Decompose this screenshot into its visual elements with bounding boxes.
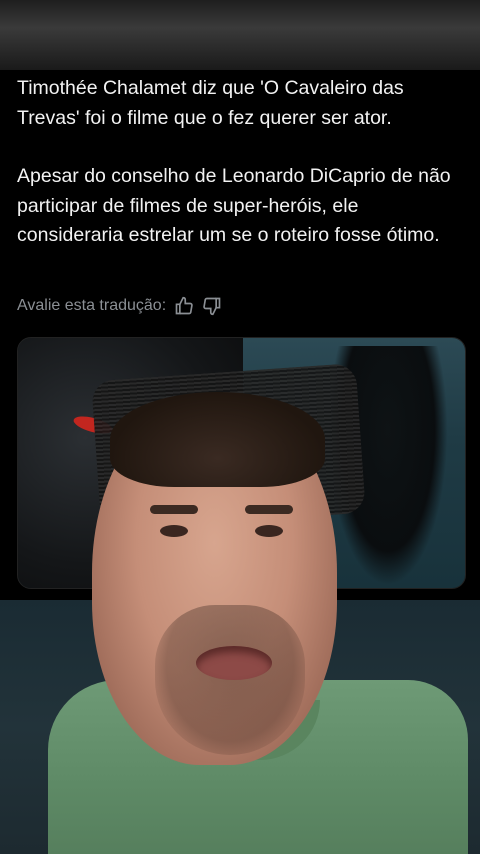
translation-rating-label: Avalie esta tradução: [17, 297, 167, 314]
translation-rating: Avalie esta tradução: [17, 296, 222, 316]
post-text: Timothée Chalamet diz que 'O Cavaleiro d… [17, 74, 467, 280]
top-gradient-bar [0, 0, 480, 70]
right-eyebrow [245, 505, 293, 514]
presenter-mouth [196, 646, 272, 680]
right-eye [255, 525, 283, 537]
post-paragraph-1: Timothée Chalamet diz que 'O Cavaleiro d… [17, 77, 404, 129]
left-eye [160, 525, 188, 537]
presenter-hair [110, 392, 325, 487]
presenter-beard [155, 605, 305, 755]
thumbs-down-icon[interactable] [202, 296, 222, 316]
thumbs-up-icon[interactable] [174, 296, 194, 316]
post-paragraph-2: Apesar do conselho de Leonardo DiCaprio … [17, 165, 451, 246]
left-eyebrow [150, 505, 198, 514]
